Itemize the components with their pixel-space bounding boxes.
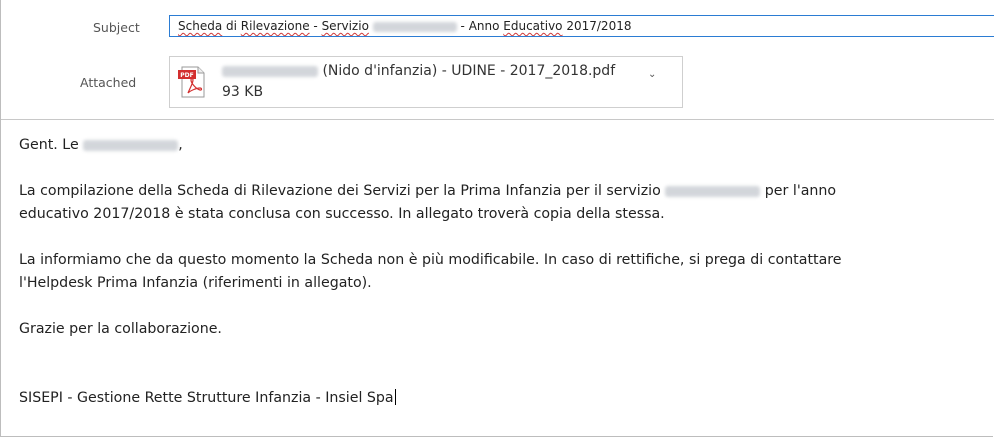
attachment-size: 93 KB [222, 84, 264, 100]
attached-label: Attached [80, 75, 137, 90]
subject-field[interactable]: Scheda di Rilevazione - Servizio - Anno … [169, 15, 994, 37]
email-compose-window: Subject Scheda di Rilevazione - Servizio… [0, 0, 994, 437]
header-divider [1, 119, 994, 120]
thanks-line: Grazie per la collaborazione. [19, 321, 222, 337]
paragraph-2-text: La informiamo che da questo momento la S… [19, 252, 842, 268]
paragraph-2-text: l'Helpdesk Prima Infanzia (riferimenti i… [19, 275, 372, 291]
subject-word: Rilevazione [240, 19, 310, 33]
redacted-service-name [372, 21, 457, 32]
subject-label: Subject [93, 20, 140, 35]
attachment-card[interactable]: PDF (Nido d'infanzia) - UDINE - 2017_201… [169, 56, 683, 108]
redacted-recipient-name [83, 139, 179, 151]
greeting-prefix: Gent. Le [19, 137, 79, 153]
subject-text: di [222, 19, 241, 33]
redacted-service-name [665, 185, 761, 197]
subject-word: Servizio [321, 19, 369, 33]
subject-word: Educativo [503, 19, 563, 33]
subject-text: - Anno [456, 19, 504, 33]
message-header: Subject Scheda di Rilevazione - Servizio… [1, 0, 994, 118]
signature: SISEPI - Gestione Rette Strutture Infanz… [19, 387, 979, 410]
subject-text: 2017/2018 [562, 19, 632, 33]
message-body[interactable]: Gent. Le , La compilazione della Scheda … [19, 134, 979, 410]
paragraph-2: La informiamo che da questo momento la S… [19, 249, 979, 295]
paragraph-1: La compilazione della Scheda di Rilevazi… [19, 180, 979, 226]
attachment-name: (Nido d'infanzia) - UDINE - 2017_2018.pd… [222, 63, 615, 79]
text-cursor [394, 389, 396, 405]
greeting-suffix: , [178, 137, 183, 153]
paragraph-1-text: La compilazione della Scheda di Rilevazi… [19, 183, 661, 199]
paragraph-1-text: educativo 2017/2018 è stata conclusa con… [19, 206, 665, 222]
subject-text: - [309, 19, 322, 33]
signature-text: SISEPI - Gestione Rette Strutture Infanz… [19, 390, 394, 406]
redacted-service-name [222, 65, 318, 77]
attachment-name-text: (Nido d'infanzia) - UDINE - 2017_2018.pd… [322, 63, 616, 79]
greeting: Gent. Le , [19, 134, 979, 157]
subject-word: Scheda [178, 19, 223, 33]
chevron-down-icon[interactable]: ⌄ [648, 69, 656, 80]
pdf-icon: PDF [178, 66, 205, 98]
paragraph-1-text: per l'anno [764, 183, 837, 199]
